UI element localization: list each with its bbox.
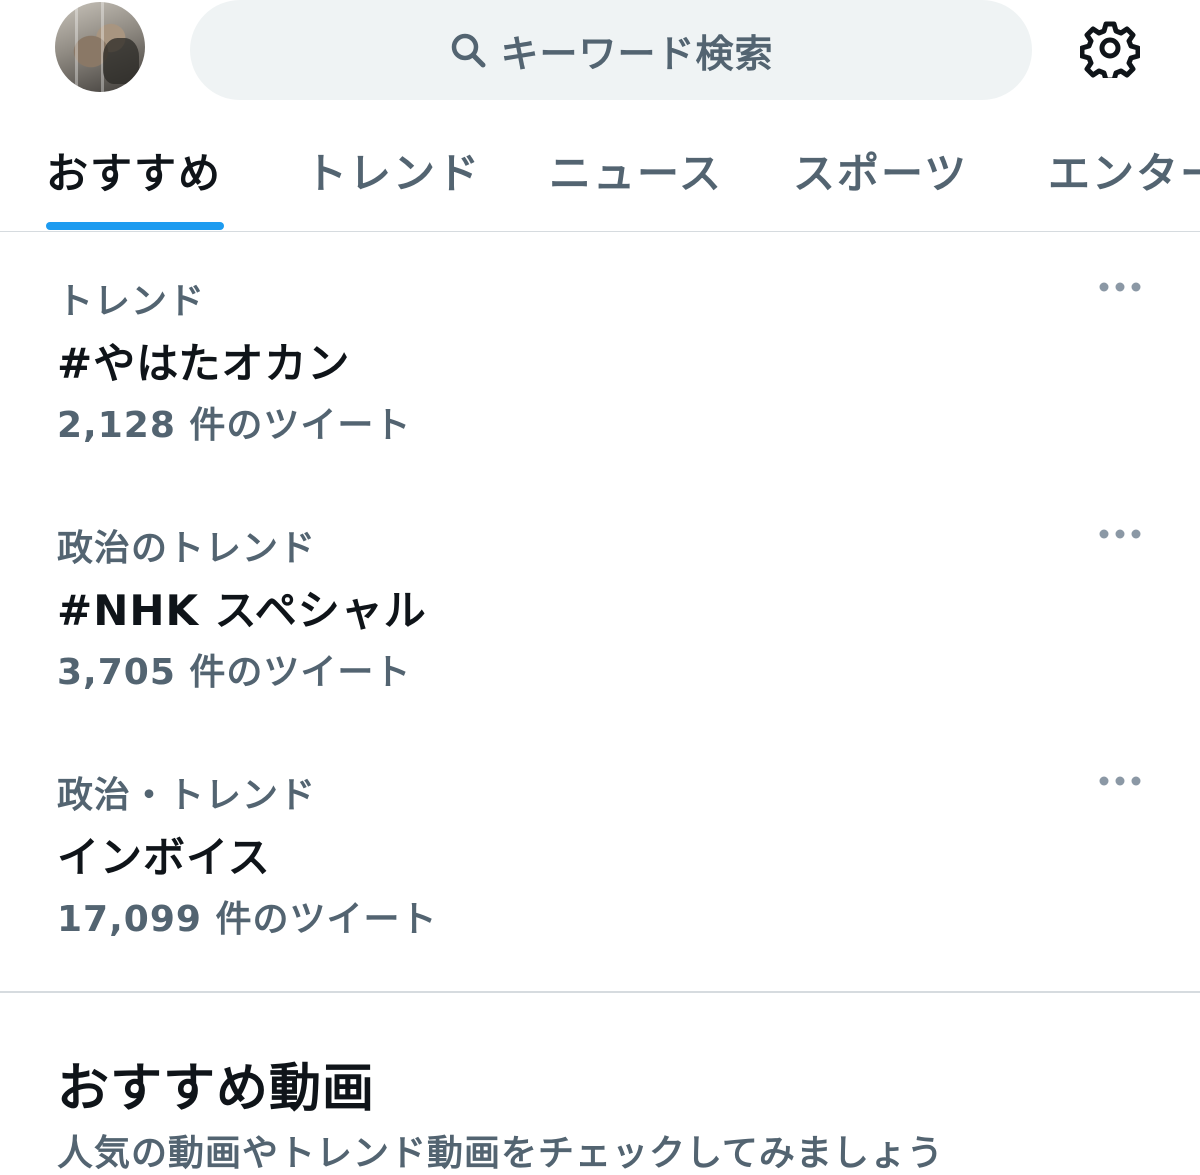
section-subtitle: 人気の動画やトレンド動画をチェックしてみましょう	[57, 1133, 944, 1174]
active-tab-indicator	[46, 222, 224, 230]
avatar[interactable]	[55, 2, 145, 92]
avatar-photo-detail	[75, 2, 78, 92]
tab-trending[interactable]: トレンド	[305, 140, 481, 201]
trend-item[interactable]: 政治のトレンド #NHK スペシャル 3,705 件のツイート	[0, 519, 1200, 767]
trend-name: #NHK スペシャル	[57, 586, 427, 635]
trend-tweet-count: 3,705 件のツイート	[57, 652, 412, 693]
trend-tweet-count: 17,099 件のツイート	[57, 899, 438, 940]
search-input[interactable]: キーワード検索	[190, 0, 1032, 100]
trend-name: インボイス	[57, 833, 271, 882]
trend-context: 政治のトレンド	[57, 528, 317, 569]
trend-tweet-count: 2,128 件のツイート	[57, 405, 412, 446]
trend-item[interactable]: トレンド #やはたオカン 2,128 件のツイート	[0, 272, 1200, 520]
gear-icon[interactable]	[1080, 18, 1140, 78]
avatar-photo-detail	[103, 38, 139, 84]
explore-tabs: おすすめ トレンド ニュース スポーツ エンターテイメント	[0, 110, 1200, 232]
trend-context: トレンド	[57, 281, 206, 322]
more-dots-icon[interactable]	[1098, 774, 1142, 788]
top-bar: キーワード検索	[0, 0, 1200, 110]
tab-recommended[interactable]: おすすめ	[46, 140, 222, 201]
search-placeholder: キーワード検索	[500, 31, 774, 76]
tab-entertainment[interactable]: エンターテイメント	[1048, 140, 1200, 201]
more-dots-icon[interactable]	[1098, 527, 1142, 541]
trend-item[interactable]: 政治・トレンド インボイス 17,099 件のツイート	[0, 766, 1200, 1014]
avatar-photo-detail	[101, 2, 104, 92]
more-dots-icon[interactable]	[1098, 280, 1142, 294]
search-icon	[452, 33, 486, 68]
section-divider	[0, 991, 1200, 993]
trend-context: 政治・トレンド	[57, 775, 317, 816]
trend-name: #やはたオカン	[57, 339, 351, 388]
tab-sports[interactable]: スポーツ	[793, 140, 968, 201]
section-title: おすすめ動画	[57, 1059, 376, 1119]
tab-news[interactable]: ニュース	[549, 140, 723, 201]
